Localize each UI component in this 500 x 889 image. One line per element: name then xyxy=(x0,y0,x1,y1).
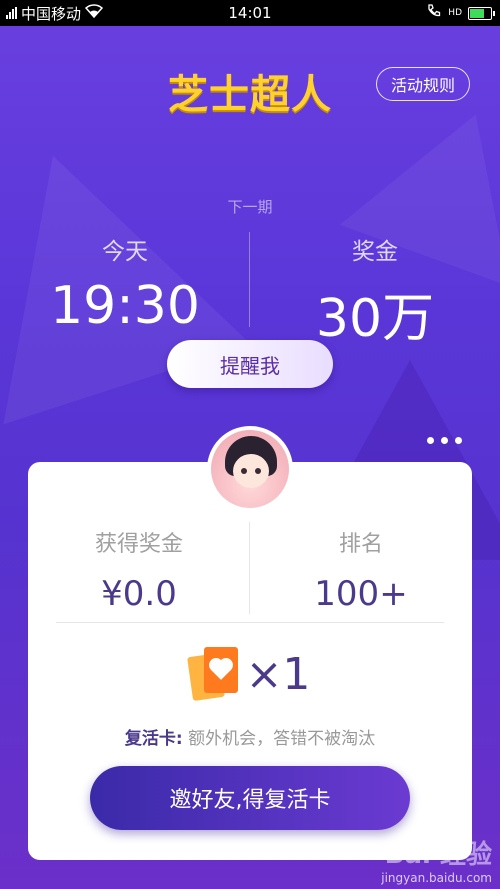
battery-icon xyxy=(468,6,495,20)
rank-value: 100+ xyxy=(314,574,408,614)
prize-label: 奖金 xyxy=(352,239,398,265)
remind-me-button[interactable]: 提醒我 xyxy=(167,340,333,388)
phone-icon xyxy=(426,4,442,22)
divider xyxy=(56,622,444,623)
revive-card-icon xyxy=(186,647,240,702)
earned-value: ¥0.0 xyxy=(101,574,177,614)
next-time-block: 今天 19:30 xyxy=(0,232,250,336)
rules-button[interactable]: 活动规则 xyxy=(376,67,470,101)
status-bar: 中国移动 14:01 HD xyxy=(0,0,500,26)
revive-card-row: ×1 xyxy=(28,647,472,702)
next-time-value: 19:30 xyxy=(50,276,200,336)
rank-label: 排名 xyxy=(338,532,383,557)
watermark-brand: Bai 经验 xyxy=(384,840,492,870)
heart-icon xyxy=(210,660,231,680)
avatar-image xyxy=(211,430,289,508)
avatar[interactable] xyxy=(207,426,293,512)
day-label: 今天 xyxy=(102,239,148,265)
watermark-url: jingyan.baidu.com xyxy=(381,871,492,885)
prize-block: 奖金 30万 xyxy=(250,232,500,351)
user-stats-card: 获得奖金 ¥0.0 排名 100+ ×1 复活卡: 额外机会，答错不被淘汰 邀好… xyxy=(28,462,472,860)
next-round-label: 下一期 xyxy=(227,198,273,216)
revive-description: 复活卡: 额外机会，答错不被淘汰 xyxy=(28,724,472,749)
earned-label: 获得奖金 xyxy=(94,532,183,557)
more-dots-icon[interactable] xyxy=(427,437,462,444)
rank-block: 排名 100+ xyxy=(250,526,472,614)
invite-friends-button[interactable]: 邀好友,得复活卡 xyxy=(90,766,410,830)
hd-badge: HD xyxy=(448,8,462,18)
status-right: HD xyxy=(426,4,495,22)
earned-block: 获得奖金 ¥0.0 xyxy=(28,526,250,614)
status-time: 14:01 xyxy=(228,4,272,22)
revive-desc-text: 额外机会，答错不被淘汰 xyxy=(188,729,376,749)
revive-key: 复活卡: xyxy=(124,729,183,749)
revive-count: ×1 xyxy=(245,648,311,700)
watermark: Bai 经验 jingyan.baidu.com xyxy=(381,834,492,885)
